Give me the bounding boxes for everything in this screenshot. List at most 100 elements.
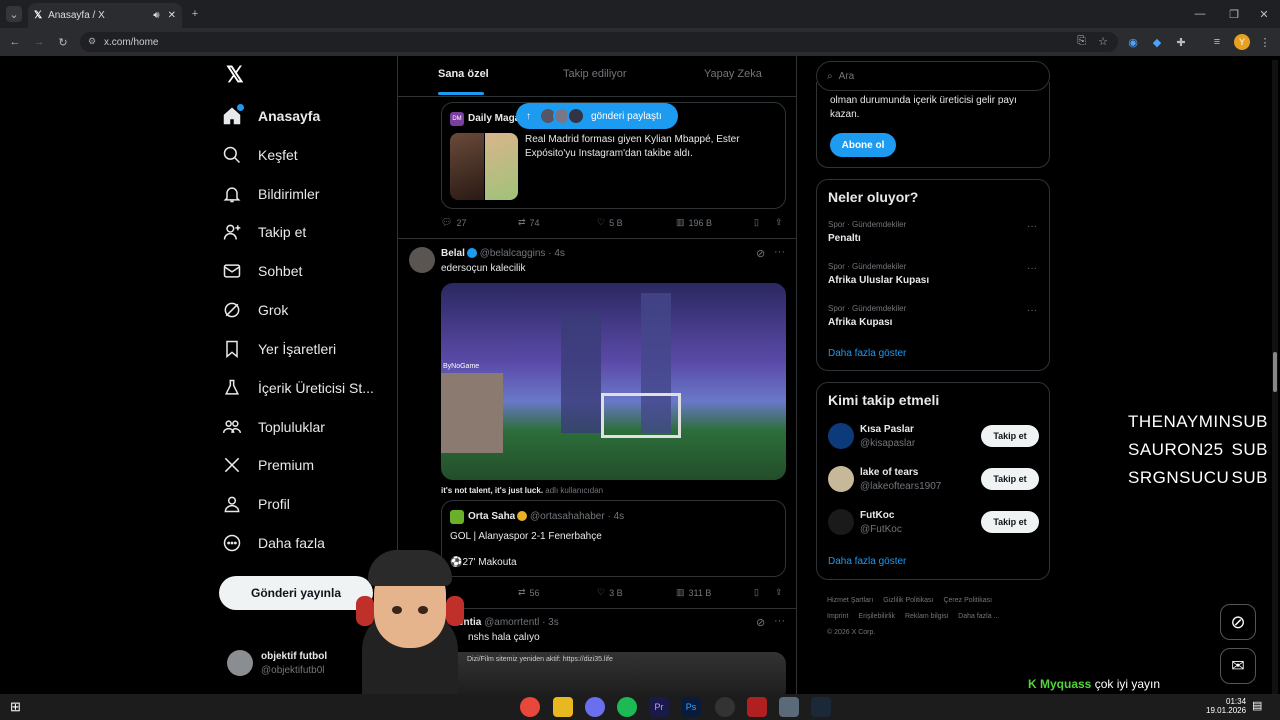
quoted-post-card[interactable]: Orta Saha @ortasahahaber · 4s GOL | Alan… [441,500,786,577]
bookmark-icon[interactable]: ▯ [754,587,759,598]
show-more-follow[interactable]: Daha fazla göster [828,556,906,567]
trend-name[interactable]: Afrika Kupası [828,317,892,328]
suggested-name[interactable]: Kısa Paslar [860,424,914,435]
address-bar[interactable]: ⚙ x.com/home ⎘ ☆ [80,32,1118,52]
windows-start-icon[interactable]: ⊞ [10,699,21,715]
show-more-trends[interactable]: Daha fazla göster [828,348,906,359]
extension-icon[interactable]: ◉ [1126,35,1140,49]
post-image-1[interactable] [450,133,484,200]
footer-link[interactable]: Çerez Politikası [943,597,992,604]
like-action[interactable]: ♡ 3 B [597,587,623,598]
reply-action[interactable]: 💬︎ 27 [441,217,466,228]
post-time[interactable]: · 4s [548,248,565,259]
post-media[interactable]: Dizi/Film sitemiz yeniden aktif: https:/… [441,652,786,694]
install-icon[interactable]: ⎘ [1077,35,1086,48]
valorant-app-icon[interactable] [747,697,767,717]
follow-button[interactable]: Takip et [981,468,1039,490]
tab-list-button[interactable]: ⌄ [6,6,22,22]
trend-more-icon[interactable]: ··· [1027,221,1037,232]
footer-link[interactable]: Reklam bilgisi [905,613,948,620]
grok-icon[interactable]: ⊘ [756,247,765,260]
suggested-avatar[interactable] [828,423,854,449]
tab-close-icon[interactable]: ✕ [168,10,176,21]
subscribe-button[interactable]: Abone ol [830,133,896,157]
back-icon[interactable]: ← [8,35,22,49]
footer-link[interactable]: Daha fazla ... [958,613,999,620]
reading-list-icon[interactable]: ≡ [1210,35,1224,49]
footer-link[interactable]: Imprint [827,613,848,620]
sidebar-item-7[interactable]: İçerik Üreticisi St... [222,373,374,403]
footer-link[interactable]: Erişilebilirlik [858,613,895,620]
app-icon[interactable] [779,697,799,717]
trend-name[interactable]: Afrika Uluslar Kupası [828,275,929,286]
views-action[interactable]: ▥ 311 B [676,587,711,598]
sidebar-item-3[interactable]: Takip et [222,217,306,247]
reload-icon[interactable]: ↻ [56,35,70,49]
post-time[interactable]: · 3s [542,617,559,628]
bookmark-icon[interactable]: ▯ [754,217,759,228]
sidebar-item-6[interactable]: Yer İşaretleri [222,334,336,364]
author-handle[interactable]: @amorrtentl [484,617,539,628]
tab-for-you[interactable]: Sana özel [438,68,489,80]
repost-action[interactable]: ⇄ 56 [518,587,540,598]
grok-icon[interactable]: ⊘ [756,616,765,629]
sidebar-item-8[interactable]: Topluluklar [222,412,325,442]
suggested-name[interactable]: lake of tears [860,467,918,478]
footer-link[interactable]: Hizmet Şartları [827,597,873,604]
photoshop-app-icon[interactable]: Ps [681,697,701,717]
messages-float-icon[interactable]: ✉ [1220,648,1256,684]
menu-icon[interactable]: ⋮ [1258,35,1272,49]
sidebar-item-2[interactable]: Bildirimler [222,179,319,209]
suggested-avatar[interactable] [828,509,854,535]
puzzle-icon[interactable]: ✚ [1174,35,1188,49]
sidebar-item-11[interactable]: Daha fazla [222,528,325,558]
sidebar-item-1[interactable]: Keşfet [222,140,298,170]
suggested-name[interactable]: FutKoc [860,510,894,521]
share-icon[interactable]: ⇪ [775,217,783,228]
steam-app-icon[interactable] [811,697,831,717]
premiere-app-icon[interactable]: Pr [649,697,669,717]
new-tab-button[interactable]: + [188,6,202,22]
site-info-icon[interactable]: ⚙ [88,36,96,47]
tab-following[interactable]: Takip ediliyor [563,68,627,80]
clock[interactable]: 01:34 19.01.2026 [1206,697,1246,715]
author-name[interactable]: Belal [441,248,465,259]
views-action[interactable]: ▥ 196 B [676,217,712,228]
new-posts-pill[interactable]: ↑ gönderi paylaştı [516,103,678,129]
trend-name[interactable]: Penaltı [828,233,861,244]
page-scrollbar[interactable] [1272,60,1278,694]
restore-button[interactable]: ❐ [1226,6,1242,22]
speaker-icon[interactable]: 🔊︎ [153,10,159,21]
account-avatar[interactable] [227,650,253,676]
notification-icon[interactable]: ▤ [1252,699,1262,712]
author-handle[interactable]: @belalcaggins [480,248,546,259]
sidebar-item-4[interactable]: Sohbet [222,256,302,286]
post-video[interactable]: ByNoGame [441,283,786,480]
share-icon[interactable]: ⇪ [775,587,783,598]
chrome-app-icon[interactable] [520,697,540,717]
bookmark-star-icon[interactable]: ☆ [1098,35,1108,48]
more-icon[interactable]: ··· [774,615,785,627]
obs-app-icon[interactable] [715,697,735,717]
post-image-2[interactable] [485,133,518,200]
like-action[interactable]: ♡ 5 B [597,217,623,228]
belal-avatar[interactable] [409,247,435,273]
profile-avatar[interactable]: Y [1234,34,1250,50]
window-close-button[interactable]: ✕ [1256,6,1272,22]
browser-tab[interactable]: 𝕏 Anasayfa / X 🔊︎ ✕ [28,3,182,28]
follow-button[interactable]: Takip et [981,425,1039,447]
grok-float-icon[interactable]: ⊘ [1220,604,1256,640]
x-logo-icon[interactable]: 𝕏 [226,64,248,86]
scrollbar-thumb[interactable] [1273,352,1277,392]
repost-action[interactable]: ⇄ 74 [518,217,540,228]
trend-more-icon[interactable]: ··· [1027,305,1037,316]
footer-link[interactable]: Gizlilik Politikası [883,597,933,604]
extension-2-icon[interactable]: ◆ [1150,35,1164,49]
minimize-button[interactable]: — [1192,6,1208,22]
trend-more-icon[interactable]: ··· [1027,263,1037,274]
explorer-app-icon[interactable] [553,697,573,717]
sidebar-item-9[interactable]: Premium [222,450,314,480]
sidebar-item-10[interactable]: Profil [222,489,290,519]
forward-icon[interactable]: → [32,35,46,49]
sidebar-item-5[interactable]: Grok [222,295,288,325]
